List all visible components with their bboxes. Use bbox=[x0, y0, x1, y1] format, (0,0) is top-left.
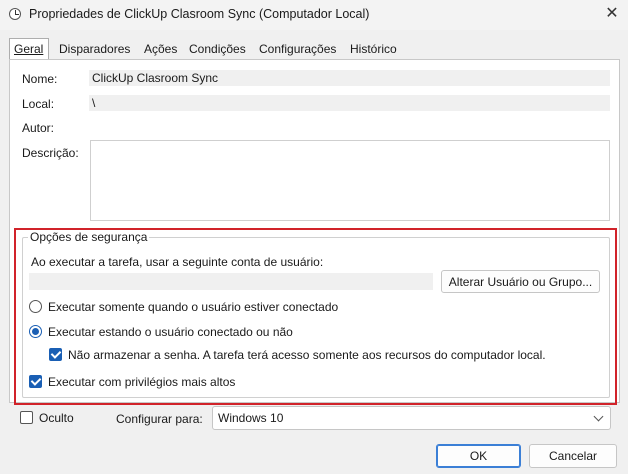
user-account-field bbox=[29, 273, 433, 290]
dont-store-password-label[interactable]: Não armazenar a senha. A tarefa terá ace… bbox=[68, 348, 546, 362]
run-as-text: Ao executar a tarefa, usar a seguinte co… bbox=[31, 255, 324, 269]
radio-logged-on-only[interactable] bbox=[29, 300, 42, 313]
change-user-button[interactable]: Alterar Usuário ou Grupo... bbox=[441, 270, 600, 293]
tab-triggers[interactable]: Disparadores bbox=[55, 39, 134, 59]
cancel-button[interactable]: Cancelar bbox=[529, 444, 617, 468]
task-scheduler-icon bbox=[9, 8, 21, 20]
chevron-down-icon bbox=[593, 411, 604, 422]
checkbox-highest-privileges[interactable] bbox=[29, 375, 42, 388]
configure-for-value: Windows 10 bbox=[218, 411, 284, 425]
ok-button[interactable]: OK bbox=[436, 444, 521, 468]
name-field[interactable]: ClickUp Clasroom Sync bbox=[89, 70, 610, 86]
tab-actions[interactable]: Ações bbox=[140, 39, 181, 59]
checkbox-hidden[interactable] bbox=[20, 411, 33, 424]
tab-conditions[interactable]: Condições bbox=[185, 39, 250, 59]
tab-history[interactable]: Histórico (desabilitada) bbox=[346, 39, 426, 76]
configure-for-label: Configurar para: bbox=[116, 412, 203, 426]
close-icon[interactable]: ✕ bbox=[600, 3, 624, 25]
option-logged-on-only-label[interactable]: Executar somente quando o usuário estive… bbox=[48, 300, 338, 314]
location-field: \ bbox=[89, 95, 610, 111]
description-label: Descrição: bbox=[22, 146, 79, 160]
author-field bbox=[89, 119, 610, 135]
title-bar: Propriedades de ClickUp Clasroom Sync (C… bbox=[0, 0, 628, 30]
window-title: Propriedades de ClickUp Clasroom Sync (C… bbox=[29, 7, 370, 21]
radio-whether-logged-on[interactable] bbox=[29, 325, 42, 338]
highest-privileges-label[interactable]: Executar com privilégios mais altos bbox=[48, 375, 235, 389]
author-label: Autor: bbox=[22, 121, 55, 135]
tab-general-label: Geral bbox=[14, 42, 44, 56]
description-textarea[interactable] bbox=[90, 140, 610, 221]
location-label: Local: bbox=[22, 97, 55, 111]
configure-for-select[interactable]: Windows 10 bbox=[212, 406, 611, 430]
hidden-label[interactable]: Oculto bbox=[39, 411, 74, 425]
checkbox-dont-store-password[interactable] bbox=[49, 348, 62, 361]
tab-settings[interactable]: Configurações bbox=[255, 39, 340, 59]
name-label: Nome: bbox=[22, 72, 58, 86]
option-whether-logged-on-label[interactable]: Executar estando o usuário conectado ou … bbox=[48, 325, 293, 339]
tab-general[interactable]: Geral bbox=[9, 38, 49, 60]
